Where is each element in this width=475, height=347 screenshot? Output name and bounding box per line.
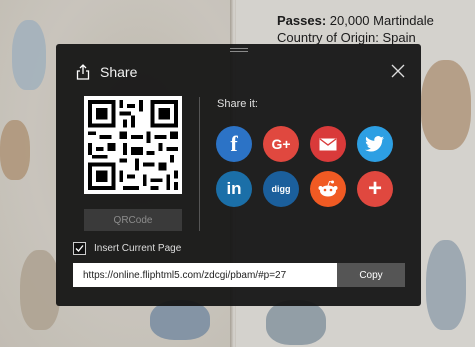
insert-current-page-label: Insert Current Page (94, 243, 182, 254)
more-share-icon[interactable]: + (357, 171, 393, 207)
twitter-icon[interactable] (357, 126, 393, 162)
vertical-divider (199, 97, 200, 231)
insert-current-page-checkbox[interactable] (73, 242, 86, 255)
share-url-field[interactable] (73, 263, 337, 287)
facebook-icon[interactable]: f (216, 126, 252, 162)
qrcode-button[interactable]: QRCode (84, 209, 182, 231)
reddit-icon[interactable] (310, 171, 346, 207)
copy-button[interactable]: Copy (337, 263, 405, 287)
share-icon (76, 64, 90, 80)
checkmark-icon (75, 245, 84, 252)
linkedin-icon[interactable]: in (216, 171, 252, 207)
qr-code-image (84, 96, 182, 194)
drag-handle[interactable] (230, 48, 248, 54)
close-icon[interactable] (389, 62, 407, 80)
digg-icon[interactable]: digg (263, 171, 299, 207)
dialog-header: Share (76, 64, 137, 80)
share-dialog: Share QRCode Share it: f G+ in digg + In… (56, 44, 421, 306)
insert-current-page-option[interactable]: Insert Current Page (73, 242, 181, 255)
google-plus-icon[interactable]: G+ (263, 126, 299, 162)
dialog-title: Share (100, 64, 138, 80)
share-it-label: Share it: (217, 98, 258, 110)
email-icon[interactable] (310, 126, 346, 162)
